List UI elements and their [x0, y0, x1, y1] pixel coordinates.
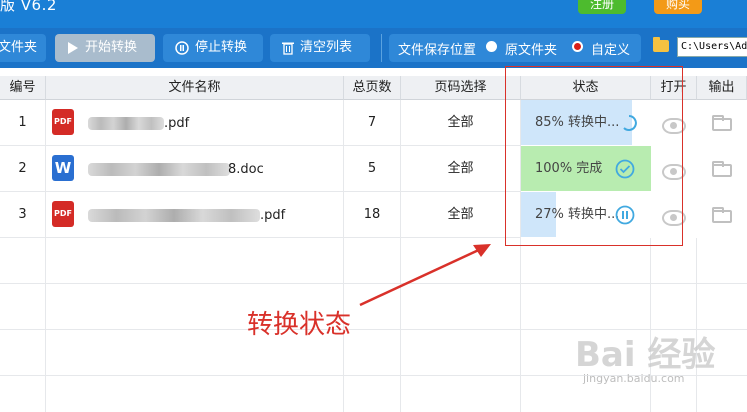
- row-no: 2: [0, 146, 46, 192]
- word-icon: W: [52, 155, 74, 181]
- save-location-label: 文件保存位置: [398, 43, 477, 58]
- blurred-filename: [88, 163, 230, 176]
- output-folder-icon[interactable]: [712, 161, 732, 177]
- clear-list-label: 清空列表: [300, 40, 353, 55]
- stop-icon: [175, 40, 189, 55]
- filename-suffix: .pdf: [164, 116, 190, 131]
- blurred-filename: [88, 117, 164, 130]
- radio-source-label: 原文件夹: [505, 43, 558, 58]
- folder-icon[interactable]: [653, 37, 669, 52]
- grid-line: [520, 238, 521, 412]
- radio-custom-label: 自定义: [591, 43, 631, 58]
- stop-convert-button[interactable]: 停止转换: [163, 34, 263, 62]
- page-range-select[interactable]: 全部: [401, 100, 521, 146]
- register-button[interactable]: 注册: [578, 0, 626, 14]
- start-convert-label: 开始转换: [85, 40, 138, 55]
- pdf-icon: PDF: [52, 109, 74, 135]
- output-folder-icon[interactable]: [712, 115, 732, 131]
- trash-icon: [282, 42, 294, 55]
- col-header-pages[interactable]: 总页数: [344, 76, 401, 100]
- blurred-filename: [88, 209, 260, 222]
- grid-line: [45, 238, 46, 412]
- add-folder-label: 文件夹: [0, 40, 38, 55]
- row-no: 1: [0, 100, 46, 146]
- page-range-select[interactable]: 全部: [401, 146, 521, 192]
- watermark-url: jingyan.baidu.com: [583, 372, 685, 385]
- page-range-select[interactable]: 全部: [401, 192, 521, 238]
- col-header-range[interactable]: 页码选择: [401, 76, 521, 100]
- grid-line: [650, 238, 651, 412]
- buy-button[interactable]: 购买: [654, 0, 702, 14]
- app-title: 版 V6.2: [0, 0, 57, 14]
- row-no: 3: [0, 192, 46, 238]
- radio-custom[interactable]: [572, 41, 583, 52]
- col-header-filename[interactable]: 文件名称: [46, 76, 344, 100]
- start-convert-button[interactable]: 开始转换: [55, 34, 155, 62]
- pdf-icon: PDF: [52, 201, 74, 227]
- play-icon: [68, 41, 78, 54]
- clear-list-button[interactable]: 清空列表: [270, 34, 370, 62]
- page-count: 18: [344, 192, 401, 238]
- filename-suffix: 8.doc: [228, 162, 264, 177]
- stop-convert-label: 停止转换: [195, 40, 248, 55]
- grid-line: [696, 238, 697, 412]
- title-bar: 版 V6.2 注册 购买: [0, 0, 747, 28]
- add-folder-button[interactable]: 文件夹: [0, 34, 46, 62]
- filename-suffix: .pdf: [260, 208, 286, 223]
- save-path-input[interactable]: C:\Users\Ad: [677, 37, 747, 57]
- toolbar-divider: [381, 34, 382, 62]
- col-header-no[interactable]: 编号: [0, 76, 46, 100]
- radio-source-folder[interactable]: [486, 41, 497, 52]
- watermark-logo: Bai 经验: [575, 335, 716, 375]
- annotation-arrow: [359, 244, 491, 307]
- annotation-label: 转换状态: [247, 310, 352, 340]
- page-count: 7: [344, 100, 401, 146]
- annotation-highlight-box: [505, 66, 683, 246]
- col-header-output[interactable]: 输出: [697, 76, 747, 100]
- output-folder-icon[interactable]: [712, 207, 732, 223]
- page-count: 5: [344, 146, 401, 192]
